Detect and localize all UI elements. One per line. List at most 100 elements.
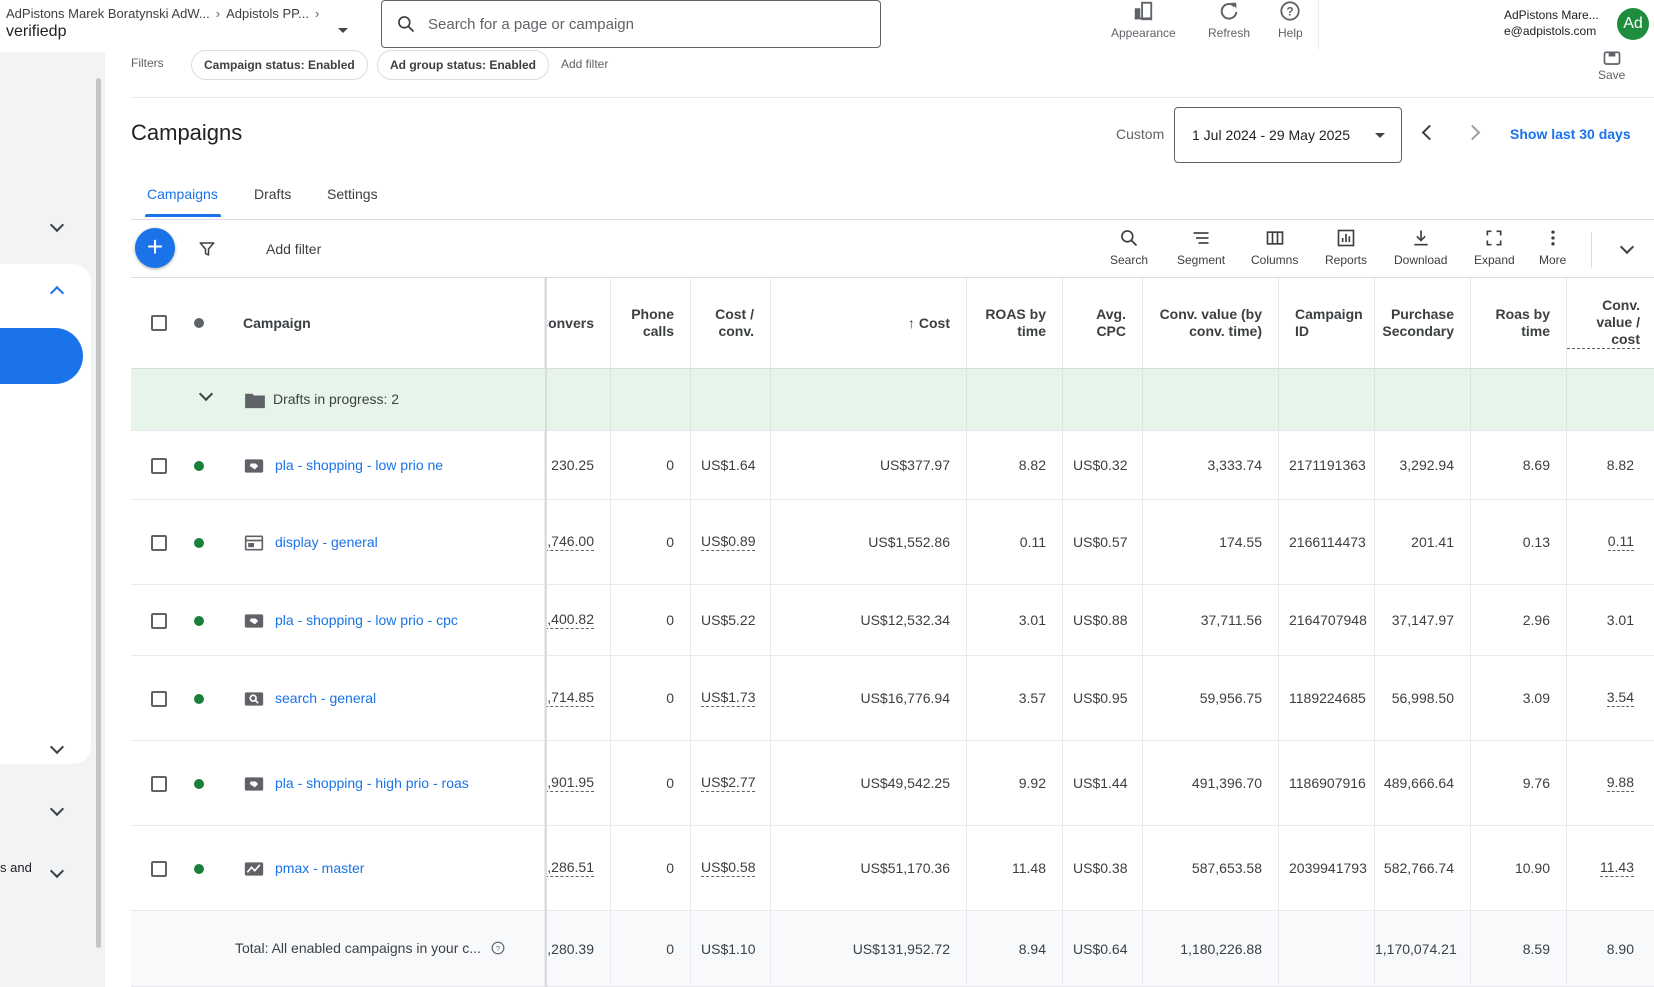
drafts-row[interactable]: Drafts in progress: 2 [131, 369, 1654, 431]
roas-by-time-cell-value: 8.82 [1018, 457, 1046, 473]
sidebar-item-label[interactable]: s and [0, 860, 32, 875]
campaign-name-link[interactable]: pla - shopping - low prio ne [275, 457, 443, 473]
conversions-cell-value[interactable]: 9,714.85 [545, 689, 594, 707]
appearance-button[interactable]: Appearance [1111, 0, 1176, 40]
page-search-input[interactable]: Search for a page or campaign [381, 0, 881, 48]
segment-label: Segment [1177, 253, 1226, 267]
avg-cpc-header[interactable]: Avg. CPC [1063, 278, 1143, 368]
conversions-cell-value[interactable]: 7,901.95 [545, 774, 594, 792]
add-filter-link[interactable]: Add filter [561, 57, 608, 71]
refresh-button[interactable]: Refresh [1208, 0, 1250, 40]
cost-per-conv-cell-value[interactable]: US$1.73 [701, 689, 756, 707]
cost-per-conv-cell: US$5.22 [691, 585, 771, 655]
account-dropdown-icon[interactable] [338, 28, 348, 33]
tab-drafts[interactable]: Drafts [254, 186, 291, 202]
campaign-header-label[interactable]: Campaign [243, 315, 311, 331]
row-checkbox[interactable] [151, 534, 167, 551]
roas-by-time-header[interactable]: ROAS by time [967, 278, 1063, 368]
status-enabled-icon[interactable] [194, 863, 204, 874]
roas-by-time-cell: 8.82 [967, 431, 1063, 499]
conv-value-cost-cell-value[interactable]: 0.11 [1607, 533, 1634, 551]
avg-cpc-cell: US$0.57 [1063, 500, 1143, 584]
sidebar-item-selected[interactable] [0, 328, 83, 384]
roas-header[interactable]: Roas by time [1471, 278, 1567, 368]
next-period-icon[interactable] [1464, 124, 1481, 141]
row-checkbox[interactable] [151, 775, 167, 792]
campaign-name-link[interactable]: pla - shopping - high prio - roas [275, 775, 469, 791]
purchase-secondary-cell: 582,766.74 [1375, 826, 1471, 910]
select-all-checkbox[interactable] [151, 315, 167, 331]
status-enabled-icon[interactable] [194, 537, 204, 548]
date-range-picker[interactable]: 1 Jul 2024 - 29 May 2025 [1174, 107, 1402, 163]
cost-per-conv-cell-value[interactable]: US$2.77 [701, 774, 756, 792]
tab-campaigns[interactable]: Campaigns [147, 186, 218, 202]
columns-icon [1266, 231, 1284, 245]
help-outline-icon[interactable]: ? [491, 941, 505, 955]
filter-chip-ad-group-status[interactable]: Ad group status: Enabled [377, 50, 550, 80]
conversions-cell-value[interactable]: 2,400.82 [545, 611, 594, 629]
conv-value-cell-value: 491,396.70 [1191, 775, 1262, 791]
user-name: AdPistons Mare... [1504, 8, 1599, 22]
cost-cell-value: US$49,542.25 [860, 775, 950, 791]
chevron-down-icon[interactable] [49, 801, 65, 817]
campaign-name-link[interactable]: search - general [275, 690, 376, 706]
help-button[interactable]: ? Help [1278, 0, 1303, 40]
campaign-name-link[interactable]: pmax - master [275, 860, 364, 876]
conv-value-time-header[interactable]: Conv. value (by conv. time) [1143, 278, 1279, 368]
add-campaign-button[interactable]: + [135, 228, 175, 268]
conv-value-cost-cell-value[interactable]: 9.88 [1606, 774, 1634, 792]
campaign-id-header[interactable]: Campaign ID [1279, 278, 1375, 368]
cost-per-conv-cell: US$1.73 [691, 656, 771, 740]
status-enabled-icon[interactable] [194, 693, 204, 704]
more-button[interactable]: More [1539, 228, 1566, 267]
download-button[interactable]: Download [1394, 228, 1447, 267]
account-name[interactable]: verifiedp [6, 23, 66, 41]
cost-per-conv-cell-value[interactable]: US$0.89 [701, 533, 756, 551]
expand-button[interactable]: Expand [1474, 228, 1515, 267]
campaign-name-link[interactable]: display - general [275, 534, 378, 550]
add-filter-input[interactable]: Add filter [266, 241, 321, 257]
conversions-header[interactable]: Convers [545, 278, 611, 368]
campaign-name-link[interactable]: pla - shopping - low prio - cpc [275, 612, 458, 628]
row-checkbox[interactable] [151, 612, 167, 629]
conv-value-cost-header-label: Conv. value / cost [1567, 297, 1640, 349]
filter-icon[interactable] [198, 240, 216, 258]
tab-settings[interactable]: Settings [327, 186, 378, 202]
conv-value-cost-header[interactable]: Conv. value / cost [1567, 278, 1654, 368]
avatar[interactable]: Ad [1617, 8, 1649, 40]
conv-value-cost-cell-value[interactable]: 3.54 [1606, 689, 1634, 707]
cost-per-conv-cell-value[interactable]: US$0.58 [701, 859, 756, 877]
total-phone-calls-cell: 0 [611, 911, 691, 986]
conversions-cell-value[interactable]: 1,746.00 [545, 533, 594, 551]
columns-button[interactable]: Columns [1251, 228, 1298, 267]
sidebar-scrollbar[interactable] [96, 78, 101, 948]
chevron-down-icon[interactable] [49, 863, 65, 879]
phone-calls-header[interactable]: Phone calls [611, 278, 691, 368]
breadcrumb-manager-account[interactable]: AdPistons Marek Boratynski AdW... [6, 6, 210, 21]
row-checkbox[interactable] [151, 457, 167, 474]
chevron-down-icon[interactable] [49, 217, 65, 233]
show-last-30-days-link[interactable]: Show last 30 days [1510, 126, 1631, 142]
conversions-cell-value[interactable]: 3,286.51 [545, 859, 594, 877]
roas-cell-value: 9.76 [1522, 775, 1550, 791]
filter-chip-campaign-status[interactable]: Campaign status: Enabled [191, 50, 368, 80]
purchase-secondary-cell-value: 201.41 [1411, 534, 1454, 550]
expand-drafts-icon[interactable] [198, 386, 214, 402]
table-search-button[interactable]: Search [1110, 228, 1148, 267]
conv-value-cost-cell-value[interactable]: 11.43 [1600, 859, 1634, 877]
status-enabled-icon[interactable] [194, 460, 204, 471]
total-roas-by-time-cell: 8.94 [967, 911, 1063, 986]
chevron-right-icon: › [314, 6, 320, 21]
save-filter-button[interactable]: Save [1598, 50, 1625, 82]
cost-per-conv-header[interactable]: Cost / conv. [691, 278, 771, 368]
segment-button[interactable]: Segment [1177, 228, 1225, 267]
row-checkbox[interactable] [151, 690, 167, 707]
cost-header[interactable]: ↑ Cost [771, 278, 967, 368]
row-checkbox[interactable] [151, 860, 167, 877]
status-enabled-icon[interactable] [194, 778, 204, 789]
previous-period-icon[interactable] [1421, 124, 1438, 141]
status-enabled-icon[interactable] [194, 615, 204, 626]
purchase-secondary-header[interactable]: Purchase Secondary [1375, 278, 1471, 368]
reports-button[interactable]: Reports [1325, 228, 1367, 267]
breadcrumb-sub-account[interactable]: Adpistols PP... [226, 6, 309, 21]
